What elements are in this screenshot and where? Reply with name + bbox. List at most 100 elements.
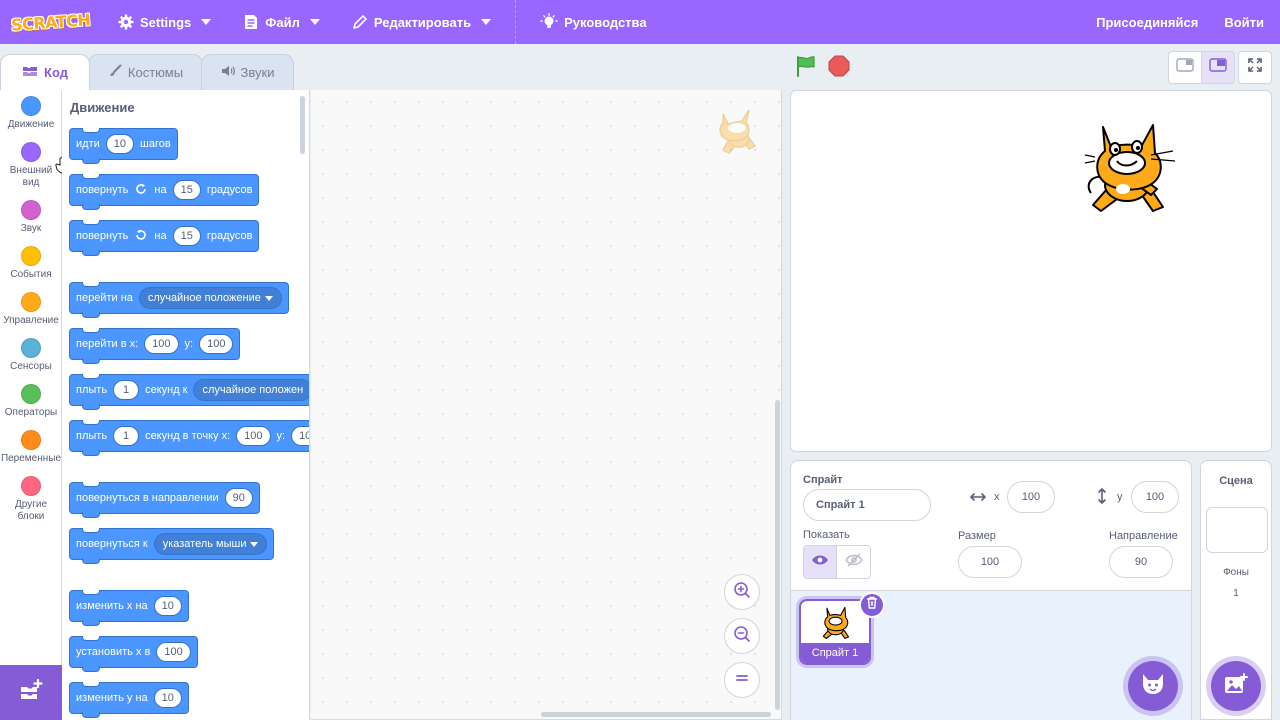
code-blocks-icon — [22, 65, 38, 80]
x-input[interactable]: 100 — [236, 426, 271, 446]
degrees-input[interactable]: 15 — [172, 180, 201, 200]
block-turn-left[interactable]: повернуть на 15 градусов — [69, 220, 260, 256]
chevron-down-icon — [264, 295, 273, 301]
chevron-down-icon — [201, 19, 212, 25]
stage-thumbnail[interactable] — [1206, 507, 1268, 553]
y-change-input[interactable]: 10 — [153, 688, 182, 708]
green-flag-button[interactable] — [793, 55, 819, 81]
dropdown-value: случайное положение — [147, 292, 261, 304]
x-value: 100 — [1021, 491, 1041, 503]
degrees-input[interactable]: 15 — [172, 226, 201, 246]
category-variables[interactable]: Переменные — [0, 430, 62, 465]
goto-target-dropdown[interactable]: случайное положение — [138, 287, 282, 309]
y-label: y — [1117, 491, 1123, 503]
block-move-steps[interactable]: идти 10 шагов — [69, 128, 178, 164]
steps-input[interactable]: 10 — [105, 134, 134, 154]
block-point-towards[interactable]: повернуться к указатель мыши — [69, 528, 275, 564]
block-glide[interactable]: плыть 1 секунд к случайное положен — [69, 374, 309, 410]
zoom-reset-button[interactable] — [724, 662, 760, 698]
edit-label: Редактировать — [373, 14, 472, 30]
category-myblocks-label: Другие блоки — [14, 499, 48, 522]
choose-sprite-button[interactable] — [1128, 661, 1178, 711]
size-input[interactable]: 100 — [958, 546, 1022, 578]
category-looks[interactable]: Внешний вид — [0, 142, 62, 189]
delete-sprite-button[interactable] — [859, 592, 885, 618]
block-change-y[interactable]: изменить у на 10 — [69, 682, 189, 718]
category-control[interactable]: Управление — [0, 292, 62, 327]
add-extension-button[interactable] — [0, 665, 62, 720]
settings-menu[interactable]: Settings — [106, 0, 223, 44]
category-events[interactable]: События — [0, 246, 62, 281]
block-set-x[interactable]: установить х в 100 — [69, 636, 198, 672]
block-turn-right[interactable]: повернуть на 15 градусов — [69, 174, 260, 210]
x-input[interactable]: 100 — [144, 334, 179, 354]
category-motion[interactable]: Движение — [0, 96, 62, 131]
category-myblocks[interactable]: Другие блоки — [0, 476, 62, 523]
large-stage-button[interactable] — [1201, 51, 1235, 84]
pencil-icon — [352, 14, 368, 30]
gear-icon — [118, 14, 134, 30]
y-value: 100 — [1145, 491, 1165, 503]
show-label: Показать — [803, 529, 850, 541]
stage-canvas[interactable] — [790, 90, 1272, 452]
sprite-name-input[interactable]: Спрайт 1 — [803, 489, 931, 521]
category-menu: Движение Внешний вид Звук События Управл… — [0, 90, 69, 665]
join-link[interactable]: Присоединяйся — [1084, 0, 1212, 44]
seconds-input[interactable]: 1 — [113, 380, 140, 400]
seconds-input[interactable]: 1 — [113, 426, 140, 446]
zoom-out-icon — [732, 624, 752, 649]
category-operators[interactable]: Операторы — [0, 384, 62, 419]
category-sensing[interactable]: Сенсоры — [0, 338, 62, 373]
brush-icon — [108, 64, 122, 81]
block-text: перейти на — [76, 292, 133, 304]
x-set-input[interactable]: 100 — [156, 642, 191, 662]
y-position-input[interactable]: 100 — [1131, 481, 1179, 513]
block-text: перейти в x: — [76, 338, 139, 350]
x-position-input[interactable]: 100 — [1007, 481, 1055, 513]
category-events-label: События — [10, 269, 52, 280]
hide-sprite-button[interactable] — [837, 546, 870, 578]
y-input[interactable]: 100 — [199, 334, 234, 354]
speaker-icon — [221, 64, 235, 81]
zoom-out-button[interactable] — [724, 618, 760, 654]
category-variables-label: Переменные — [0, 453, 62, 464]
menu-divider — [515, 0, 517, 44]
block-point-direction[interactable]: повернуться в направлении 90 — [69, 482, 260, 518]
block-change-x[interactable]: изменить х на 10 — [69, 590, 189, 626]
scratch-logo[interactable]: SCRATCH — [11, 8, 91, 36]
choose-backdrop-button[interactable] — [1211, 661, 1261, 711]
towards-target-dropdown[interactable]: указатель мыши — [153, 533, 268, 555]
x-change-input[interactable]: 10 — [153, 596, 182, 616]
category-motion-dot — [21, 96, 41, 116]
category-sensing-dot — [21, 338, 41, 358]
workspace-horizontal-scrollbar[interactable] — [541, 712, 771, 717]
zoom-in-button[interactable] — [724, 574, 760, 610]
green-flag-icon — [794, 55, 818, 82]
tutorials-menu[interactable]: Руководства — [528, 0, 659, 44]
sprite-name-value: Спрайт 1 — [816, 499, 865, 511]
tab-code[interactable]: Код — [0, 54, 90, 90]
category-sound[interactable]: Звук — [0, 200, 62, 235]
stop-button[interactable] — [826, 55, 852, 81]
signin-link[interactable]: Войти — [1212, 0, 1280, 44]
block-goto[interactable]: перейти на случайное положение — [69, 282, 289, 318]
direction-input[interactable]: 90 — [1109, 546, 1173, 578]
block-goto-xy[interactable]: перейти в x: 100 y: 100 — [69, 328, 241, 364]
block-glide-xy[interactable]: плыть 1 секунд в точку x: 100 y: 10 — [69, 420, 309, 456]
direction-input[interactable]: 90 — [224, 488, 253, 508]
show-sprite-button[interactable] — [804, 546, 838, 578]
tab-costumes[interactable]: Костюмы — [88, 54, 203, 90]
small-stage-button[interactable] — [1168, 51, 1202, 84]
file-menu[interactable]: Файл — [231, 0, 332, 44]
tab-sounds[interactable]: Звуки — [201, 54, 294, 90]
y-arrows-icon — [1096, 487, 1108, 510]
glide-target-dropdown[interactable]: случайное положен — [193, 379, 309, 401]
edit-menu[interactable]: Редактировать — [340, 0, 503, 44]
fullscreen-button[interactable] — [1238, 51, 1272, 84]
y-input[interactable]: 10 — [291, 426, 309, 446]
palette-scrollbar[interactable] — [300, 96, 305, 154]
code-workspace[interactable] — [311, 90, 782, 720]
chevron-down-icon — [481, 19, 492, 25]
workspace-vertical-scrollbar[interactable] — [775, 400, 780, 710]
signin-label: Войти — [1224, 14, 1264, 30]
